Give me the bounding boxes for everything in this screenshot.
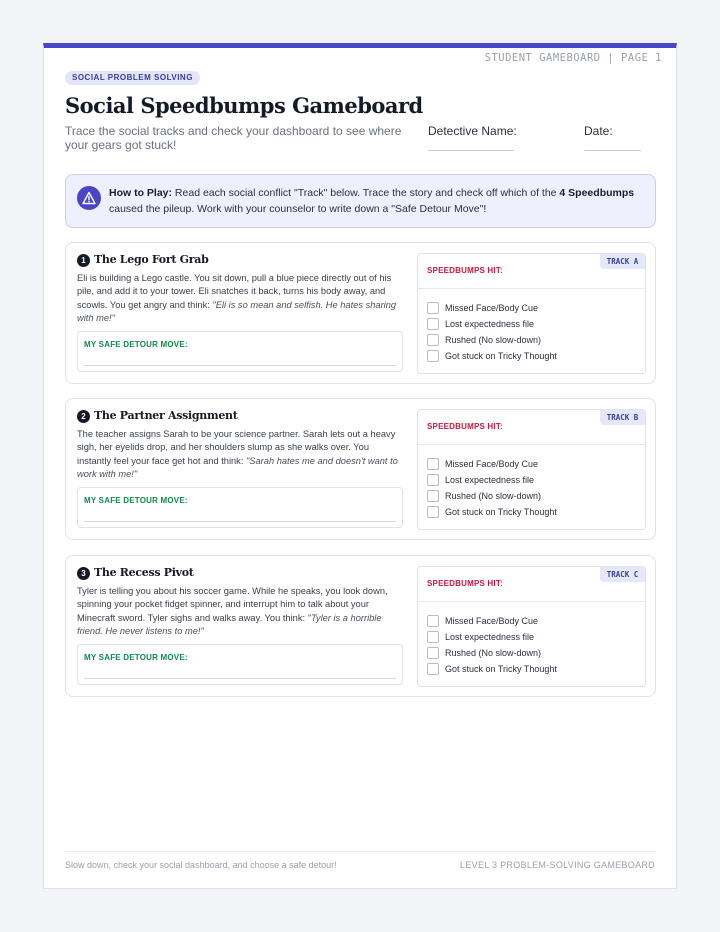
safe-detour-box[interactable]: MY SAFE DETOUR MOVE: (77, 331, 403, 372)
checkbox[interactable] (427, 615, 439, 627)
checkbox[interactable] (427, 334, 439, 346)
track-number: 3 (77, 567, 90, 580)
track-number: 2 (77, 410, 90, 423)
footer-divider (65, 851, 656, 852)
checkbox[interactable] (427, 350, 439, 362)
track-number: 1 (77, 254, 90, 267)
track-card-3: 3 The Recess Pivot Tyler is telling you … (65, 555, 656, 697)
track-tag: TRACK C (600, 567, 645, 582)
speedbump-option-label: Got stuck on Tricky Thought (445, 664, 557, 674)
checkbox[interactable] (427, 490, 439, 502)
speedbump-option-label: Lost expectedness file (445, 319, 535, 329)
checkbox[interactable] (427, 474, 439, 486)
checkbox[interactable] (427, 647, 439, 659)
speedbump-option-label: Got stuck on Tricky Thought (445, 507, 557, 517)
speedbumps-divider (418, 444, 645, 445)
safe-detour-box[interactable]: MY SAFE DETOUR MOVE: (77, 487, 403, 528)
page-title: Social Speedbumps Gameboard (65, 93, 423, 118)
footer-level: LEVEL 3 PROBLEM-SOLVING GAMEBOARD (460, 860, 655, 870)
page-label: STUDENT GAMEBOARD | PAGE 1 (484, 52, 662, 64)
date-label: Date: (584, 124, 613, 138)
checkbox[interactable] (427, 663, 439, 675)
safe-detour-label: MY SAFE DETOUR MOVE: (84, 653, 188, 662)
warning-triangle-icon (77, 186, 101, 210)
speedbump-option-label: Missed Face/Body Cue (445, 459, 539, 469)
track-tag: TRACK A (600, 254, 645, 269)
safe-detour-label: MY SAFE DETOUR MOVE: (84, 496, 188, 505)
checkbox[interactable] (427, 631, 439, 643)
detective-name-field[interactable] (428, 150, 514, 151)
how-to-play-box: How to Play: Read each social conflict "… (65, 174, 656, 228)
track-story: Tyler is telling you about his soccer ga… (77, 586, 388, 637)
safe-detour-write-line[interactable] (84, 365, 396, 366)
speedbumps-panel: TRACK C SPEEDBUMPS HIT: Missed Face/Body… (417, 566, 646, 687)
speedbump-option-label: Rushed (No slow-down) (445, 648, 542, 658)
detective-name-label: Detective Name: (428, 124, 517, 138)
how-to-play-bold: 4 Speedbumps (559, 187, 635, 199)
track-title: The Partner Assignment (94, 409, 238, 422)
speedbumps-divider (418, 601, 645, 602)
track-story: The teacher assigns Sarah to be your sci… (77, 429, 398, 480)
safe-detour-box[interactable]: MY SAFE DETOUR MOVE: (77, 644, 403, 685)
checkbox[interactable] (427, 458, 439, 470)
speedbump-option-label: Rushed (No slow-down) (445, 491, 542, 501)
safe-detour-write-line[interactable] (84, 678, 396, 679)
speedbump-option-label: Missed Face/Body Cue (445, 303, 539, 313)
track-title: The Lego Fort Grab (94, 253, 209, 266)
footer-tagline: Slow down, check your social dashboard, … (65, 860, 337, 870)
checkbox[interactable] (427, 506, 439, 518)
safe-detour-label: MY SAFE DETOUR MOVE: (84, 340, 188, 349)
checkbox[interactable] (427, 302, 439, 314)
track-card-1: 1 The Lego Fort Grab Eli is building a L… (65, 242, 656, 384)
track-title: The Recess Pivot (94, 566, 194, 579)
speedbump-option-label: Got stuck on Tricky Thought (445, 351, 557, 361)
speedbumps-label: SPEEDBUMPS HIT: (427, 579, 503, 588)
category-badge: SOCIAL PROBLEM SOLVING (65, 71, 200, 85)
date-field[interactable] (584, 150, 641, 151)
speedbump-option-label: Missed Face/Body Cue (445, 616, 539, 626)
how-to-play-body-end: caused the pileup. Work with your counse… (109, 203, 487, 215)
gameboard-page: STUDENT GAMEBOARD | PAGE 1 SOCIAL PROBLE… (43, 43, 677, 889)
track-story: Eli is building a Lego castle. You sit d… (77, 273, 397, 324)
speedbump-option-label: Lost expectedness file (445, 632, 535, 642)
speedbumps-label: SPEEDBUMPS HIT: (427, 266, 503, 275)
speedbumps-divider (418, 288, 645, 289)
speedbump-option-label: Lost expectedness file (445, 475, 535, 485)
page-subtitle: Trace the social tracks and check your d… (65, 124, 402, 152)
speedbumps-panel: TRACK A SPEEDBUMPS HIT: Missed Face/Body… (417, 253, 646, 374)
how-to-play-text: How to Play: Read each social conflict "… (109, 185, 649, 217)
track-tag: TRACK B (600, 410, 645, 425)
speedbump-option-label: Rushed (No slow-down) (445, 335, 542, 345)
checkbox[interactable] (427, 318, 439, 330)
track-card-2: 2 The Partner Assignment The teacher ass… (65, 398, 656, 540)
how-to-play-body: Read each social conflict "Track" below.… (172, 187, 560, 199)
safe-detour-write-line[interactable] (84, 521, 396, 522)
how-to-play-lead: How to Play: (109, 187, 173, 199)
speedbumps-label: SPEEDBUMPS HIT: (427, 422, 503, 431)
speedbumps-panel: TRACK B SPEEDBUMPS HIT: Missed Face/Body… (417, 409, 646, 530)
